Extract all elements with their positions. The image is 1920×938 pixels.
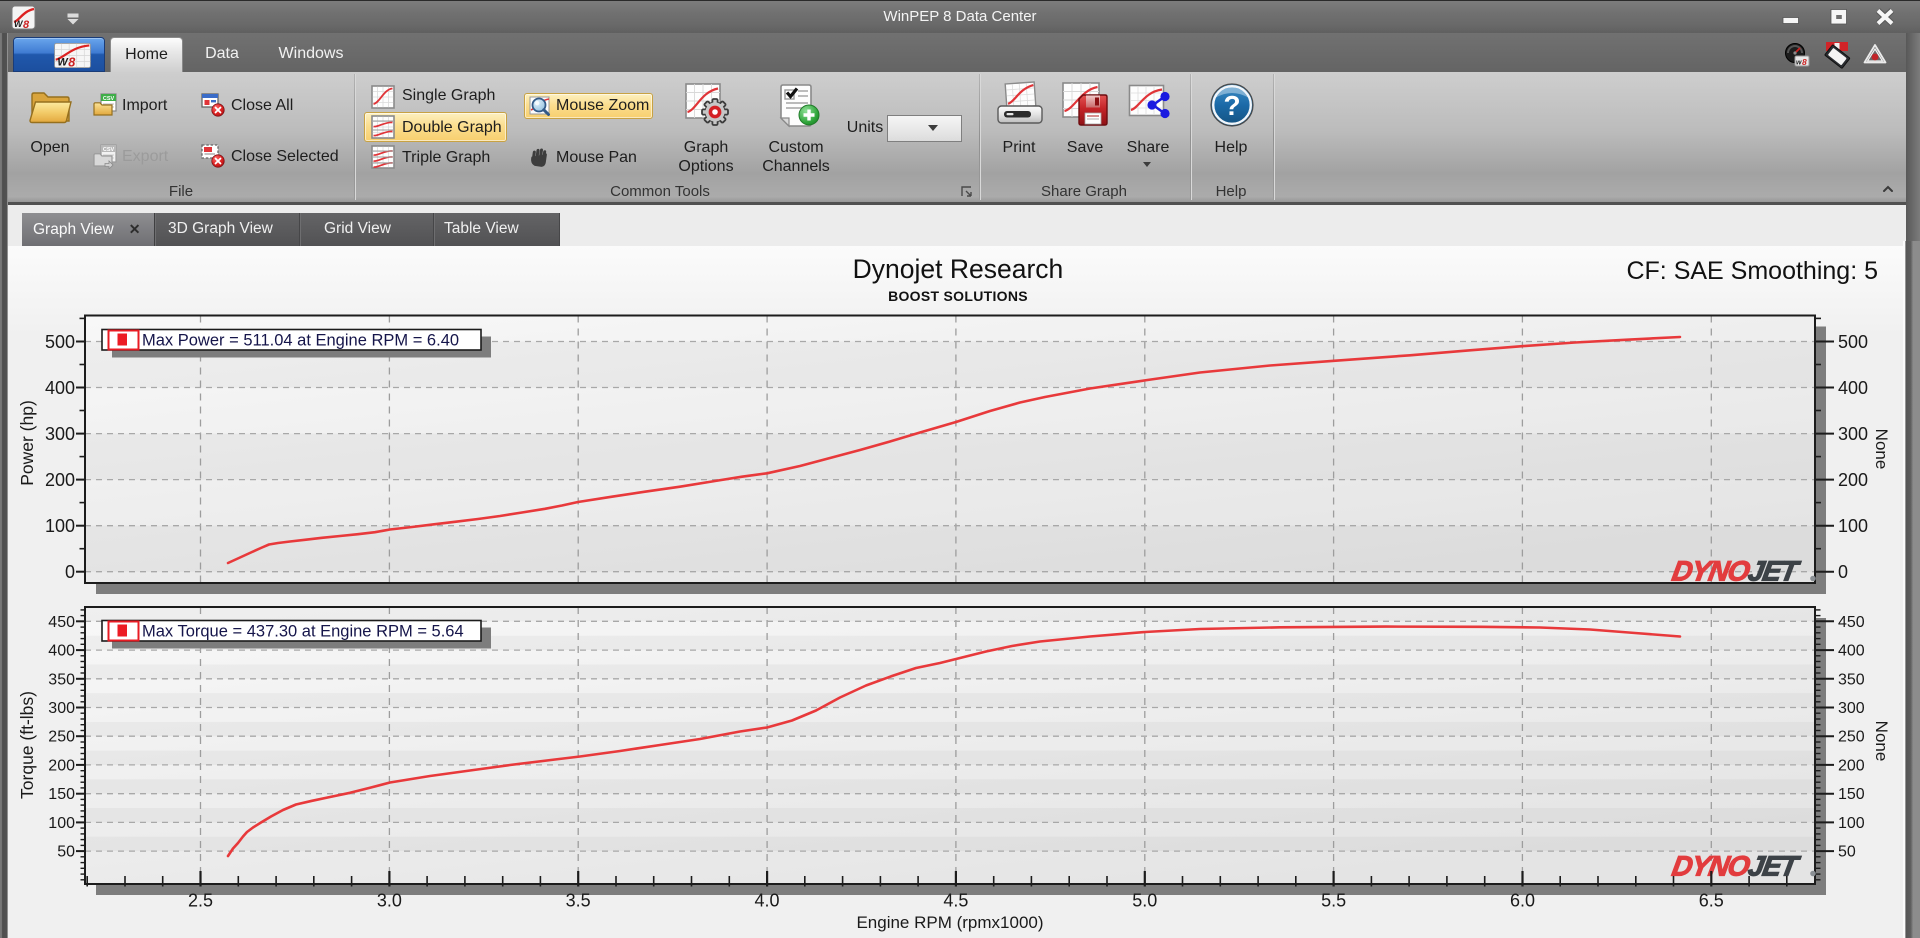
svg-text:0: 0	[65, 562, 75, 582]
svg-text:Engine RPM (rpmx1000): Engine RPM (rpmx1000)	[856, 913, 1043, 932]
svg-text:150: 150	[48, 786, 75, 803]
svg-text:BOOST SOLUTIONS: BOOST SOLUTIONS	[888, 288, 1028, 304]
svg-text:300: 300	[1838, 424, 1868, 444]
svg-text:5.5: 5.5	[1321, 891, 1346, 911]
svg-text:3.5: 3.5	[566, 891, 591, 911]
svg-text:100: 100	[45, 516, 75, 536]
svg-text:3.0: 3.0	[377, 891, 402, 911]
svg-text:500: 500	[45, 332, 75, 352]
svg-text:400: 400	[1838, 643, 1865, 660]
svg-text:50: 50	[1838, 844, 1856, 861]
svg-text:2.5: 2.5	[188, 891, 213, 911]
svg-text:400: 400	[1838, 378, 1868, 398]
svg-text:0: 0	[1838, 562, 1848, 582]
svg-text:400: 400	[48, 643, 75, 660]
svg-text:Power (hp): Power (hp)	[17, 400, 37, 486]
svg-text:100: 100	[1838, 815, 1865, 832]
svg-text:None: None	[1872, 429, 1891, 470]
svg-text:300: 300	[48, 700, 75, 717]
svg-text:DYNO: DYNO	[1670, 555, 1753, 587]
svg-text:6.5: 6.5	[1699, 891, 1724, 911]
svg-text:200: 200	[1838, 757, 1865, 774]
svg-text:100: 100	[48, 815, 75, 832]
svg-text:450: 450	[48, 614, 75, 631]
svg-text:100: 100	[1838, 516, 1868, 536]
svg-text:400: 400	[45, 378, 75, 398]
svg-text:Max Power = 511.04 at Engine R: Max Power = 511.04 at Engine RPM = 6.40	[142, 332, 459, 350]
svg-text:350: 350	[48, 671, 75, 688]
svg-text:Max Torque = 437.30 at Engine: Max Torque = 437.30 at Engine RPM = 5.64	[142, 623, 464, 641]
svg-text:150: 150	[1838, 786, 1865, 803]
svg-text:Dynojet Research: Dynojet Research	[853, 254, 1064, 284]
svg-text:500: 500	[1838, 332, 1868, 352]
svg-text:6.0: 6.0	[1510, 891, 1535, 911]
svg-text:300: 300	[1838, 700, 1865, 717]
svg-text:4.0: 4.0	[754, 891, 779, 911]
svg-text:250: 250	[48, 729, 75, 746]
svg-text:200: 200	[1838, 470, 1868, 490]
svg-text:350: 350	[1838, 671, 1865, 688]
svg-text:Torque (ft-lbs): Torque (ft-lbs)	[17, 691, 37, 799]
svg-text:CF: SAE Smoothing: 5: CF: SAE Smoothing: 5	[1626, 257, 1878, 285]
svg-text:5.0: 5.0	[1132, 891, 1157, 911]
svg-text:300: 300	[45, 424, 75, 444]
svg-text:50: 50	[57, 844, 75, 861]
svg-text:None: None	[1872, 721, 1891, 762]
svg-text:200: 200	[48, 757, 75, 774]
svg-text:250: 250	[1838, 729, 1865, 746]
svg-text:450: 450	[1838, 614, 1865, 631]
svg-text:4.5: 4.5	[943, 891, 968, 911]
svg-text:200: 200	[45, 470, 75, 490]
